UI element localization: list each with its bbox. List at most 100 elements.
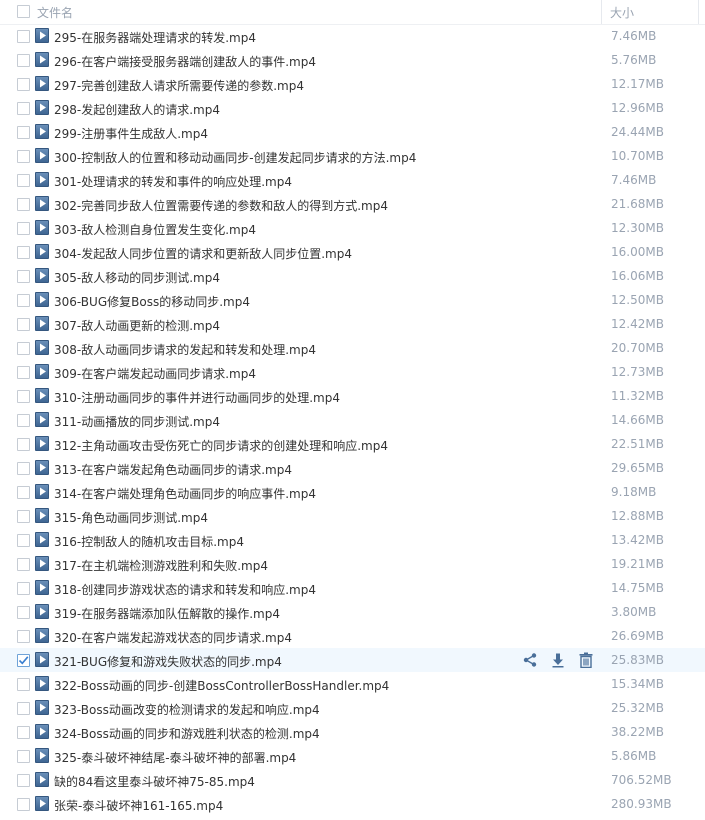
- file-name[interactable]: 306-BUG修复Boss的移动同步.mp4: [54, 293, 250, 310]
- file-row[interactable]: 312-主角动画攻击受伤死亡的同步请求的创建处理和响应.mp4 22.51MB: [0, 432, 705, 456]
- row-checkbox[interactable]: [17, 30, 30, 43]
- row-checkbox[interactable]: [17, 534, 30, 547]
- column-divider[interactable]: [601, 0, 602, 24]
- file-row[interactable]: 299-注册事件生成敌人.mp4 24.44MB: [0, 120, 705, 144]
- file-row[interactable]: 320-在客户端发起游戏状态的同步请求.mp4 26.69MB: [0, 624, 705, 648]
- row-checkbox[interactable]: [17, 486, 30, 499]
- file-row[interactable]: 316-控制敌人的随机攻击目标.mp4 13.42MB: [0, 528, 705, 552]
- file-row[interactable]: 322-Boss动画的同步-创建BossControllerBossHandle…: [0, 672, 705, 696]
- file-row[interactable]: 317-在主机端检测游戏胜利和失败.mp4 19.21MB: [0, 552, 705, 576]
- file-row[interactable]: 324-Boss动画的同步和游戏胜利状态的检测.mp4 38.22MB: [0, 720, 705, 744]
- file-name[interactable]: 297-完善创建敌人请求所需要传递的参数.mp4: [54, 77, 304, 94]
- file-name[interactable]: 315-角色动画同步测试.mp4: [54, 509, 208, 526]
- row-checkbox[interactable]: [17, 126, 30, 139]
- file-name[interactable]: 321-BUG修复和游戏失败状态的同步.mp4: [54, 653, 282, 670]
- file-row[interactable]: 323-Boss动画改变的检测请求的发起和响应.mp4 25.32MB: [0, 696, 705, 720]
- file-name[interactable]: 缺的84看这里泰斗破坏神75-85.mp4: [54, 773, 255, 790]
- file-row[interactable]: 325-泰斗破坏神结尾-泰斗破坏神的部署.mp4 5.86MB: [0, 744, 705, 768]
- row-checkbox[interactable]: [17, 270, 30, 283]
- file-name[interactable]: 319-在服务器端添加队伍解散的操作.mp4: [54, 605, 280, 622]
- file-row[interactable]: 304-发起敌人同步位置的请求和更新敌人同步位置.mp4 16.00MB: [0, 240, 705, 264]
- file-name[interactable]: 314-在客户端处理角色动画同步的响应事件.mp4: [54, 485, 316, 502]
- file-name[interactable]: 300-控制敌人的位置和移动动画同步-创建发起同步请求的方法.mp4: [54, 149, 416, 166]
- row-checkbox[interactable]: [17, 558, 30, 571]
- row-checkbox[interactable]: [17, 174, 30, 187]
- file-row[interactable]: 296-在客户端接受服务器端创建敌人的事件.mp4 5.76MB: [0, 48, 705, 72]
- row-checkbox[interactable]: [17, 606, 30, 619]
- download-icon[interactable]: [550, 652, 566, 668]
- row-checkbox[interactable]: [17, 54, 30, 67]
- file-name[interactable]: 298-发起创建敌人的请求.mp4: [54, 101, 220, 118]
- row-checkbox[interactable]: [17, 462, 30, 475]
- row-checkbox[interactable]: [17, 246, 30, 259]
- file-row[interactable]: 318-创建同步游戏状态的请求和转发和响应.mp4 14.75MB: [0, 576, 705, 600]
- file-row[interactable]: 315-角色动画同步测试.mp4 12.88MB: [0, 504, 705, 528]
- file-name[interactable]: 318-创建同步游戏状态的请求和转发和响应.mp4: [54, 581, 316, 598]
- file-name[interactable]: 310-注册动画同步的事件并进行动画同步的处理.mp4: [54, 389, 340, 406]
- row-checkbox[interactable]: [17, 294, 30, 307]
- file-name[interactable]: 张荣-泰斗破坏神161-165.mp4: [54, 797, 223, 814]
- file-name[interactable]: 324-Boss动画的同步和游戏胜利状态的检测.mp4: [54, 725, 320, 742]
- column-divider[interactable]: [698, 0, 699, 24]
- file-name[interactable]: 325-泰斗破坏神结尾-泰斗破坏神的部署.mp4: [54, 749, 296, 766]
- file-name[interactable]: 323-Boss动画改变的检测请求的发起和响应.mp4: [54, 701, 320, 718]
- file-row[interactable]: 302-完善同步敌人位置需要传递的参数和敌人的得到方式.mp4 21.68MB: [0, 192, 705, 216]
- file-name[interactable]: 296-在客户端接受服务器端创建敌人的事件.mp4: [54, 53, 316, 70]
- delete-icon[interactable]: [578, 652, 594, 669]
- file-name[interactable]: 312-主角动画攻击受伤死亡的同步请求的创建处理和响应.mp4: [54, 437, 388, 454]
- file-row[interactable]: 319-在服务器端添加队伍解散的操作.mp4 3.80MB: [0, 600, 705, 624]
- file-name[interactable]: 295-在服务器端处理请求的转发.mp4: [54, 29, 256, 46]
- row-checkbox[interactable]: [17, 222, 30, 235]
- row-checkbox[interactable]: [17, 390, 30, 403]
- row-checkbox[interactable]: [17, 150, 30, 163]
- column-header-size[interactable]: 大小: [610, 4, 634, 21]
- file-row[interactable]: 309-在客户端发起动画同步请求.mp4 12.73MB: [0, 360, 705, 384]
- share-icon[interactable]: [522, 652, 538, 668]
- file-name[interactable]: 301-处理请求的转发和事件的响应处理.mp4: [54, 173, 292, 190]
- row-checkbox[interactable]: [17, 582, 30, 595]
- file-row[interactable]: 301-处理请求的转发和事件的响应处理.mp4 7.46MB: [0, 168, 705, 192]
- row-checkbox[interactable]: [17, 654, 30, 667]
- file-name[interactable]: 309-在客户端发起动画同步请求.mp4: [54, 365, 256, 382]
- row-checkbox[interactable]: [17, 342, 30, 355]
- file-row[interactable]: 314-在客户端处理角色动画同步的响应事件.mp4 9.18MB: [0, 480, 705, 504]
- file-row[interactable]: 298-发起创建敌人的请求.mp4 12.96MB: [0, 96, 705, 120]
- file-name[interactable]: 311-动画播放的同步测试.mp4: [54, 413, 220, 430]
- row-checkbox[interactable]: [17, 630, 30, 643]
- select-all-checkbox[interactable]: [17, 5, 30, 18]
- row-checkbox[interactable]: [17, 678, 30, 691]
- file-row[interactable]: 300-控制敌人的位置和移动动画同步-创建发起同步请求的方法.mp4 10.70M…: [0, 144, 705, 168]
- file-row[interactable]: 张荣-泰斗破坏神161-165.mp4 280.93MB: [0, 792, 705, 816]
- row-checkbox[interactable]: [17, 366, 30, 379]
- file-row[interactable]: 308-敌人动画同步请求的发起和转发和处理.mp4 20.70MB: [0, 336, 705, 360]
- file-row[interactable]: 311-动画播放的同步测试.mp4 14.66MB: [0, 408, 705, 432]
- file-row[interactable]: 306-BUG修复Boss的移动同步.mp4 12.50MB: [0, 288, 705, 312]
- row-checkbox[interactable]: [17, 318, 30, 331]
- file-row[interactable]: 305-敌人移动的同步测试.mp4 16.06MB: [0, 264, 705, 288]
- row-checkbox[interactable]: [17, 510, 30, 523]
- file-name[interactable]: 303-敌人检测自身位置发生变化.mp4: [54, 221, 256, 238]
- file-name[interactable]: 307-敌人动画更新的检测.mp4: [54, 317, 220, 334]
- row-checkbox[interactable]: [17, 798, 30, 811]
- row-checkbox[interactable]: [17, 438, 30, 451]
- file-row[interactable]: 310-注册动画同步的事件并进行动画同步的处理.mp4 11.32MB: [0, 384, 705, 408]
- column-header-name[interactable]: 文件名: [37, 4, 73, 21]
- file-row[interactable]: 297-完善创建敌人请求所需要传递的参数.mp4 12.17MB: [0, 72, 705, 96]
- file-name[interactable]: 308-敌人动画同步请求的发起和转发和处理.mp4: [54, 341, 316, 358]
- row-checkbox[interactable]: [17, 414, 30, 427]
- row-checkbox[interactable]: [17, 198, 30, 211]
- row-checkbox[interactable]: [17, 702, 30, 715]
- file-name[interactable]: 322-Boss动画的同步-创建BossControllerBossHandle…: [54, 677, 389, 694]
- file-name[interactable]: 304-发起敌人同步位置的请求和更新敌人同步位置.mp4: [54, 245, 352, 262]
- file-name[interactable]: 317-在主机端检测游戏胜利和失败.mp4: [54, 557, 268, 574]
- row-checkbox[interactable]: [17, 78, 30, 91]
- file-name[interactable]: 320-在客户端发起游戏状态的同步请求.mp4: [54, 629, 292, 646]
- file-row[interactable]: 307-敌人动画更新的检测.mp4 12.42MB: [0, 312, 705, 336]
- file-name[interactable]: 305-敌人移动的同步测试.mp4: [54, 269, 220, 286]
- file-name[interactable]: 316-控制敌人的随机攻击目标.mp4: [54, 533, 244, 550]
- file-name[interactable]: 313-在客户端发起角色动画同步的请求.mp4: [54, 461, 292, 478]
- file-row[interactable]: 321-BUG修复和游戏失败状态的同步.mp4 25.83MB: [0, 648, 705, 672]
- row-checkbox[interactable]: [17, 102, 30, 115]
- file-row[interactable]: 295-在服务器端处理请求的转发.mp4 7.46MB: [0, 24, 705, 48]
- file-row[interactable]: 缺的84看这里泰斗破坏神75-85.mp4 706.52MB: [0, 768, 705, 792]
